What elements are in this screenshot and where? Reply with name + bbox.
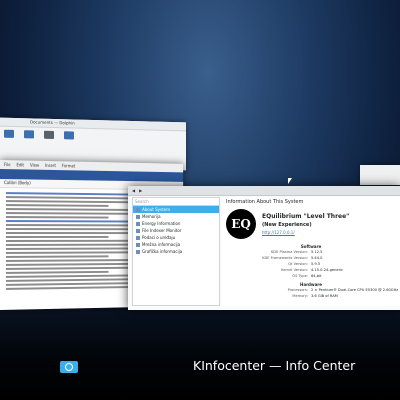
distro-logo-icon: EQ <box>226 209 256 239</box>
hardware-row: Memory: 3.6 GiB of RAM <box>222 293 400 299</box>
hardware-heading: Hardware <box>300 282 322 287</box>
software-key: OS Type: <box>292 274 308 278</box>
memory-icon <box>136 214 140 219</box>
distro-url-link[interactable]: http://127.0.0.1/ <box>262 230 349 235</box>
search-icon <box>136 228 140 233</box>
search-input[interactable]: Search <box>133 198 219 206</box>
module-energy[interactable]: Energy Information <box>133 220 219 227</box>
info-center-titlebar[interactable]: ◀ ▶ <box>128 186 400 196</box>
reflection-floor <box>0 300 400 400</box>
module-label: Memorija <box>142 214 161 219</box>
module-label: Podaci o uređaju <box>142 235 176 240</box>
folder-icon[interactable] <box>4 129 14 138</box>
software-value: 64-bit <box>311 274 322 278</box>
module-sidebar: Search About System Memorija Energy Info… <box>132 197 220 306</box>
info-center-app-icon[interactable] <box>60 361 78 373</box>
module-label: Energy Information <box>142 221 181 226</box>
module-graphics-info[interactable]: Grafička informacija <box>133 248 219 255</box>
window-switcher-label: KInfocenter — Info Center <box>193 358 356 373</box>
text-line <box>5 204 109 207</box>
background-window-right[interactable] <box>360 165 400 185</box>
folder-icon[interactable] <box>44 130 54 139</box>
page-title: Information About This System <box>226 199 304 205</box>
text-line <box>5 270 109 274</box>
menu-edit[interactable]: Edit <box>16 160 24 169</box>
folder-icon[interactable] <box>64 131 74 140</box>
software-heading: Software <box>300 244 322 249</box>
computer-icon <box>136 207 140 212</box>
distro-name: EQuilibrium "Level Three" <box>262 213 350 220</box>
module-network-info[interactable]: Mrežna informacija <box>133 241 219 248</box>
menu-file[interactable]: File <box>4 160 11 169</box>
module-file-indexer[interactable]: File Indexer Monitor <box>133 227 219 234</box>
forward-arrow-icon[interactable]: ▶ <box>139 188 142 193</box>
text-line <box>5 255 109 258</box>
text-line <box>5 216 109 219</box>
back-arrow-icon[interactable]: ◀ <box>132 188 135 193</box>
mouse-cursor-icon <box>288 178 292 184</box>
module-label: About System <box>142 207 171 212</box>
hardware-key: Memory: <box>292 294 308 298</box>
module-label: Mrežna informacija <box>142 242 181 247</box>
module-label: File Indexer Monitor <box>142 228 182 233</box>
network-icon <box>136 242 140 247</box>
info-panel: Information About This System EQ EQuilib… <box>222 197 400 306</box>
module-memory[interactable]: Memorija <box>133 213 219 220</box>
menu-format[interactable]: Format <box>62 161 75 170</box>
distro-edition: (New Experience) <box>262 222 312 228</box>
device-icon <box>136 235 140 240</box>
module-label: Grafička informacija <box>142 249 183 254</box>
text-line <box>5 235 109 238</box>
info-center-window[interactable]: ◀ ▶ Search About System Memorija Energy … <box>128 186 400 310</box>
distro-header: EQ EQuilibrium "Level Three" (New Experi… <box>222 207 400 241</box>
module-about-system[interactable]: About System <box>133 206 219 213</box>
menu-insert[interactable]: Insert <box>45 161 56 170</box>
hardware-value: 3.6 GiB of RAM <box>311 294 338 298</box>
module-device-info[interactable]: Podaci o uređaju <box>133 234 219 241</box>
graphics-icon <box>136 249 140 254</box>
battery-icon <box>136 221 140 226</box>
folder-icon[interactable] <box>24 130 34 139</box>
menu-view[interactable]: View <box>30 161 39 170</box>
